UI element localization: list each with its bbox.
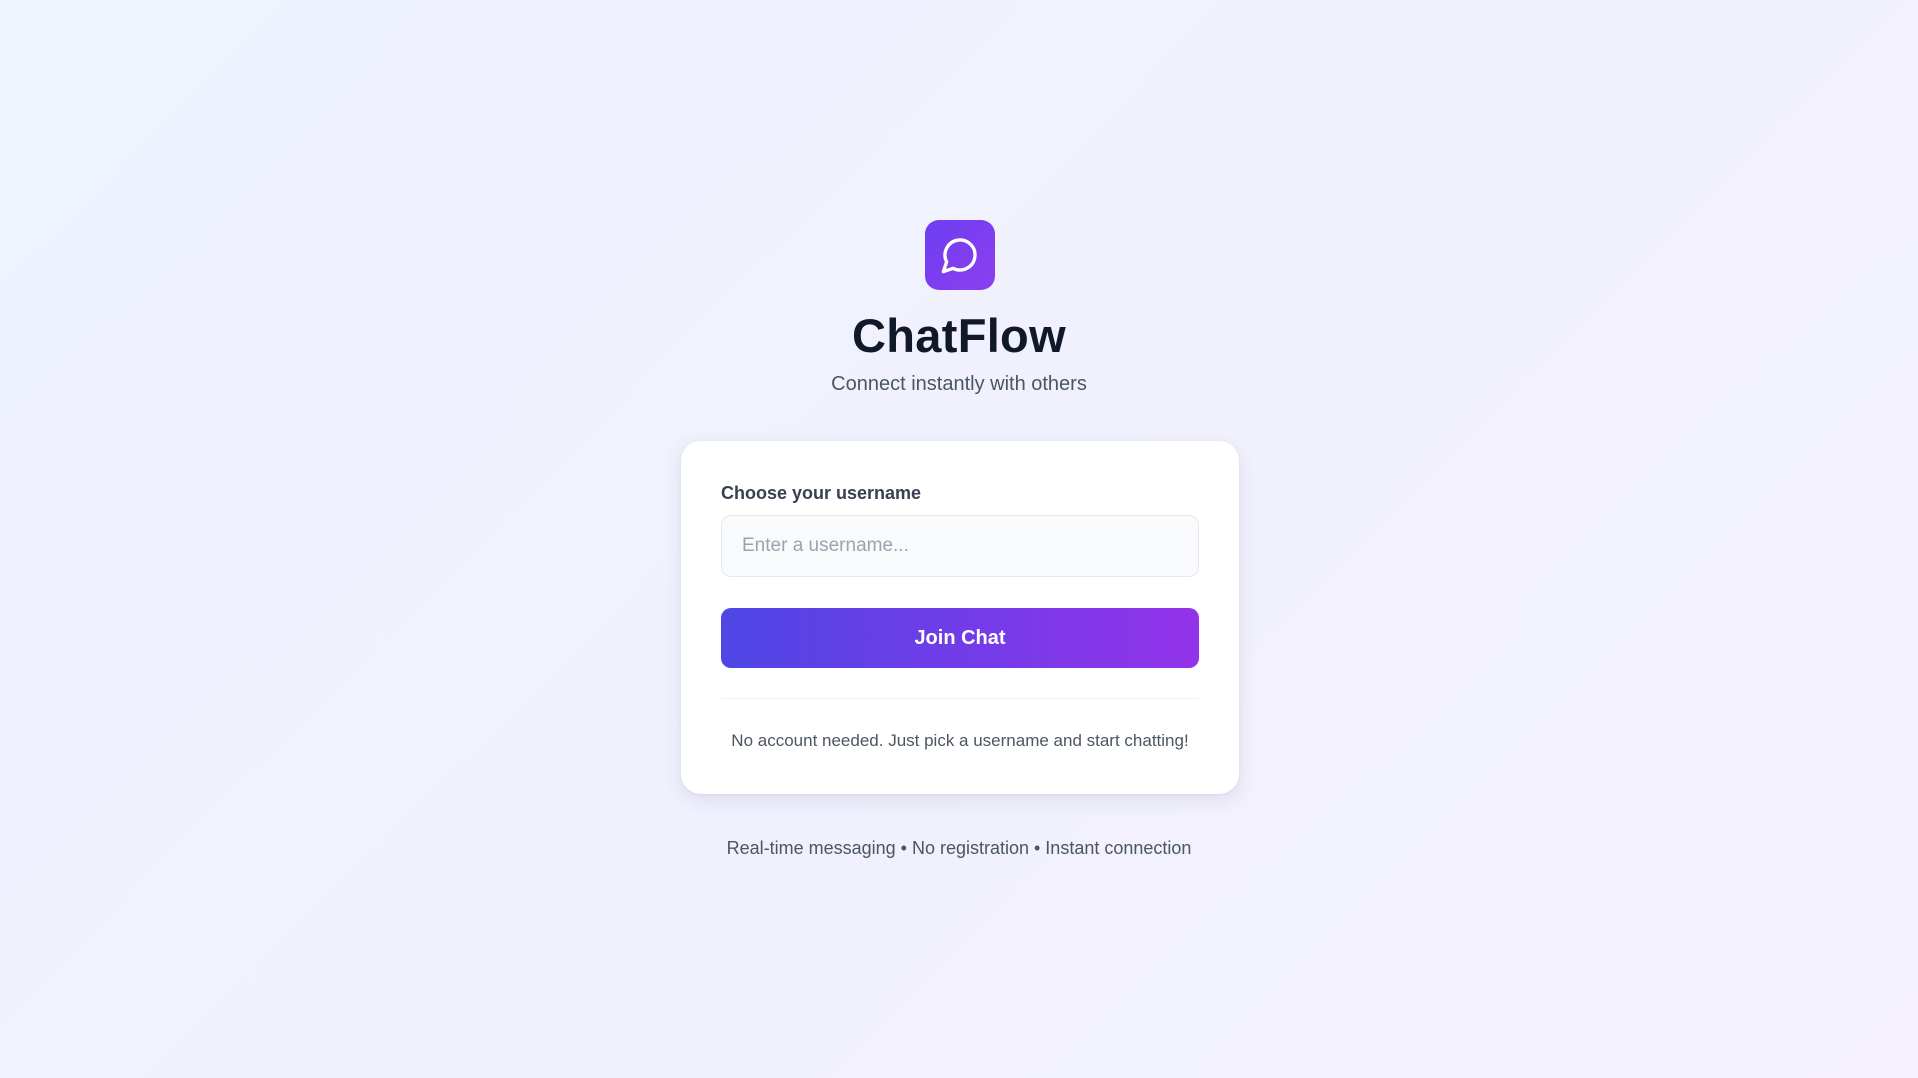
username-label: Choose your username: [721, 483, 922, 503]
chat-bubble-icon: [941, 238, 977, 274]
login-screen: ChatFlow Connect instantly with others C…: [0, 0, 1918, 1078]
app-tagline: Connect instantly with others: [831, 373, 1087, 395]
login-card: Choose your username Join Chat No accoun…: [681, 441, 1239, 794]
no-account-note: No account needed. Just pick a username …: [731, 731, 1189, 750]
feature-list: Real-time messaging • No registration • …: [726, 838, 1192, 858]
app-logo: [925, 220, 995, 290]
join-chat-button[interactable]: Join Chat: [721, 608, 1199, 668]
app-title: ChatFlow: [852, 309, 1066, 362]
username-input[interactable]: [721, 515, 1199, 577]
card-divider: [721, 698, 1199, 699]
